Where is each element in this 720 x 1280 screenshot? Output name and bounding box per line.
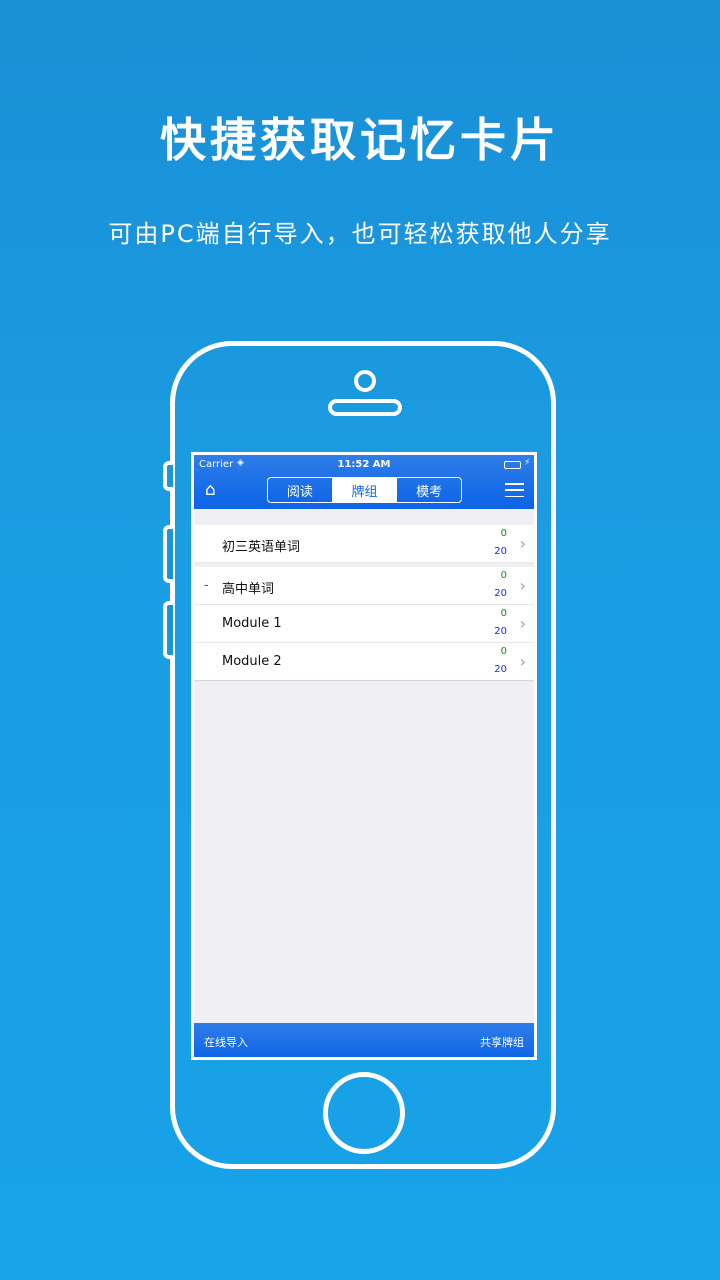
segmented-tabs: 阅读 牌组 模考 — [267, 477, 462, 503]
total-count: 20 — [494, 626, 507, 637]
deck-name: Module 2 — [222, 654, 282, 669]
tab-reading[interactable]: 阅读 — [268, 478, 332, 502]
status-bar: Carrier ◈ 11:52 AM ⚡ — [194, 455, 534, 473]
deck-name: 高中单词 — [222, 582, 275, 597]
volume-down-button — [163, 601, 173, 659]
home-icon[interactable]: ⌂ — [205, 481, 216, 499]
tab-mock-exam[interactable]: 模考 — [396, 478, 461, 502]
new-count: 0 — [500, 646, 507, 657]
total-count: 20 — [494, 664, 507, 675]
bottom-toolbar: 在线导入 共享牌组 — [194, 1023, 534, 1057]
deck-list: 初三英语单词 0 20 › - 高中单词 0 20 › Module 1 0 2… — [194, 525, 534, 681]
deck-name: Module 1 — [222, 616, 282, 631]
chevron-right-icon: › — [519, 614, 526, 633]
new-count: 0 — [500, 608, 507, 619]
new-count: 0 — [500, 570, 507, 581]
collapse-indicator[interactable]: - — [204, 578, 209, 593]
promo-subheadline: 可由PC端自行导入，也可轻松获取他人分享 — [108, 220, 612, 248]
app-screen: Carrier ◈ 11:52 AM ⚡ ⌂ 阅读 牌组 模考 初三英语单词 0… — [191, 452, 537, 1060]
mute-switch — [163, 461, 173, 491]
navigation-bar: Carrier ◈ 11:52 AM ⚡ ⌂ 阅读 牌组 模考 — [194, 455, 534, 509]
online-import-button[interactable]: 在线导入 — [204, 1034, 248, 1050]
deck-name: 初三英语单词 — [222, 540, 301, 555]
earpiece-speaker — [328, 399, 402, 416]
front-camera — [354, 370, 376, 392]
shared-decks-button[interactable]: 共享牌组 — [480, 1034, 524, 1050]
chevron-right-icon: › — [519, 534, 526, 553]
battery-icon — [504, 461, 521, 469]
deck-row[interactable]: - 高中单词 0 20 › — [194, 567, 534, 605]
total-count: 20 — [494, 546, 507, 557]
new-count: 0 — [500, 528, 507, 539]
total-count: 20 — [494, 588, 507, 599]
volume-up-button — [163, 525, 173, 583]
phone-home-button — [323, 1072, 405, 1154]
tab-decks[interactable]: 牌组 — [331, 478, 397, 502]
deck-row[interactable]: 初三英语单词 0 20 › — [194, 525, 534, 563]
status-time: 11:52 AM — [337, 459, 391, 470]
chevron-right-icon: › — [519, 652, 526, 671]
deck-row[interactable]: Module 1 0 20 › — [194, 605, 534, 643]
promo-headline: 快捷获取记忆卡片 — [160, 113, 560, 167]
hamburger-menu-icon[interactable] — [505, 483, 524, 497]
chevron-right-icon: › — [519, 576, 526, 595]
deck-row[interactable]: Module 2 0 20 › — [194, 643, 534, 681]
charging-icon: ⚡ — [524, 458, 531, 468]
